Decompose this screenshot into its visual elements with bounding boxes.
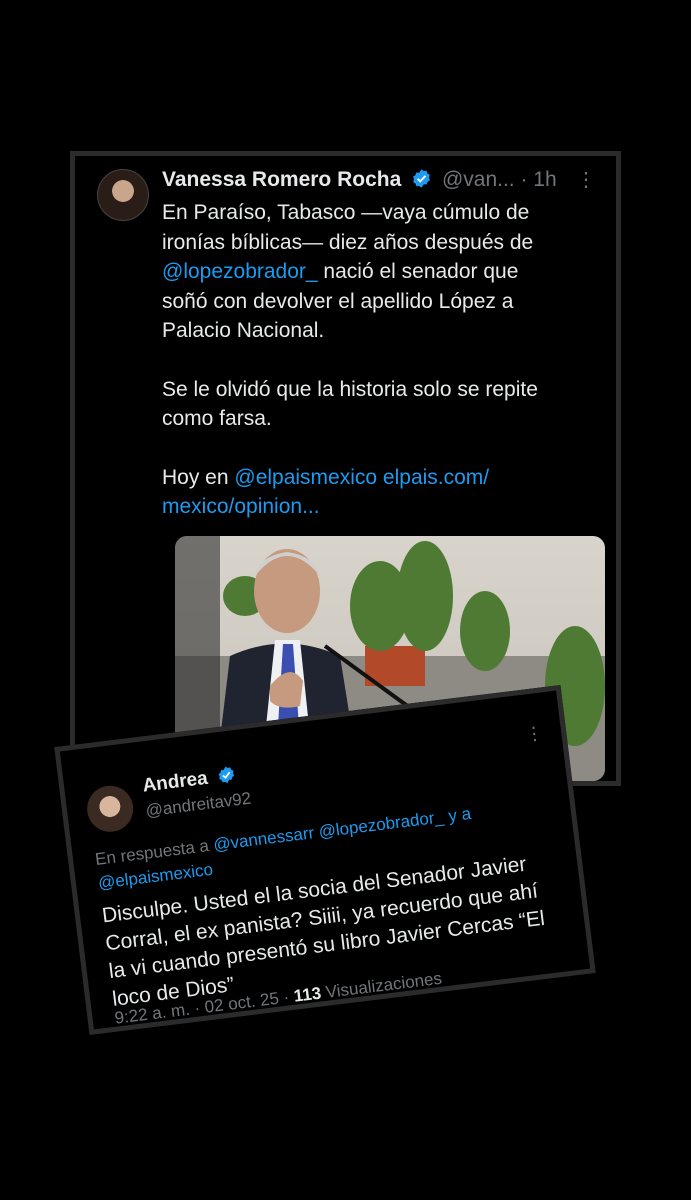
author-handle[interactable]: @van... xyxy=(442,168,515,191)
tweet-paragraph: En Paraíso, Tabasco —vaya cúmulo de iron… xyxy=(162,198,562,346)
text-span: Hoy en xyxy=(162,465,235,489)
reply-card[interactable]: Andrea @andreitav92 ⋮ En respuesta a @va… xyxy=(54,685,596,1035)
author-name[interactable]: Vanessa Romero Rocha xyxy=(162,168,401,191)
mention-link[interactable]: @elpaismexico xyxy=(234,466,377,489)
verified-badge-icon xyxy=(411,168,432,197)
tweet-paragraph: Hoy en @elpaismexico elpais.com/ mexico/… xyxy=(162,463,562,522)
author-name-text: Andrea xyxy=(141,767,209,797)
more-icon[interactable]: ⋮ xyxy=(576,166,596,194)
avatar[interactable] xyxy=(97,169,149,221)
tweet-paragraph: Se le olvidó que la historia solo se rep… xyxy=(162,377,538,431)
more-icon[interactable]: ⋮ xyxy=(524,723,544,746)
tweet-header: Vanessa Romero Rocha @van... · 1h ⋮ xyxy=(162,166,596,197)
mention-link[interactable]: @lopezobrador_ xyxy=(162,260,318,283)
text-span: En Paraíso, Tabasco —vaya cúmulo de iron… xyxy=(162,201,534,254)
verified-badge-icon xyxy=(216,764,238,791)
tweet-text: En Paraíso, Tabasco —vaya cúmulo de iron… xyxy=(162,198,562,522)
avatar[interactable] xyxy=(84,783,136,835)
views-count: 113 xyxy=(292,983,323,1006)
tweet-time[interactable]: · 1h xyxy=(520,168,556,191)
